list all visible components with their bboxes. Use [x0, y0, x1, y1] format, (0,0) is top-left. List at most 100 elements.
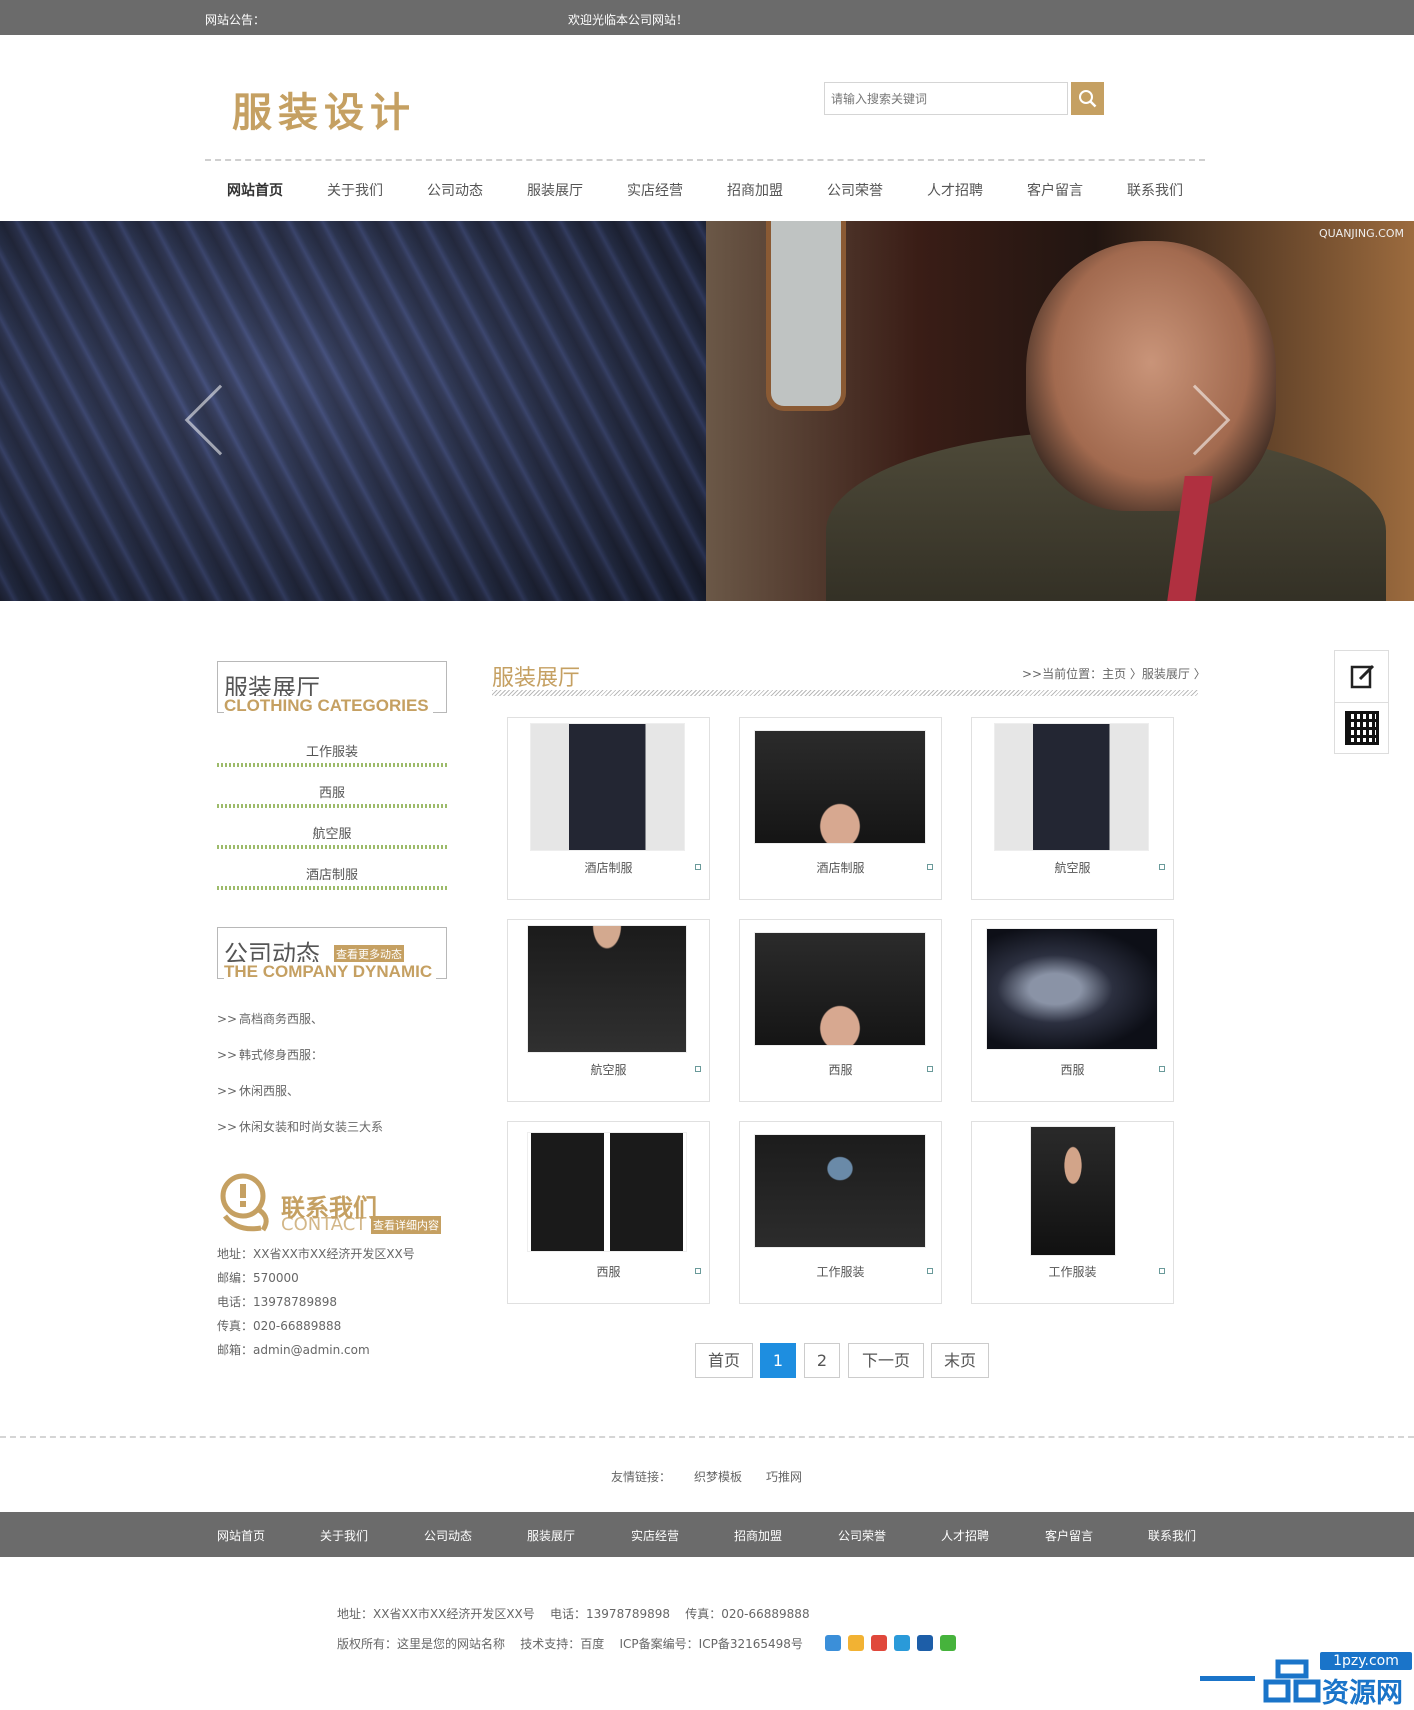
- product-image[interactable]: [530, 723, 685, 851]
- product-label[interactable]: 酒店制服: [508, 859, 709, 876]
- contact-postcode: 邮编：570000: [217, 1271, 299, 1285]
- footer-nav-news[interactable]: 公司动态: [424, 1527, 472, 1544]
- search-input[interactable]: [824, 82, 1068, 115]
- contact-address: 地址：XX省XX市XX经济开发区XX号: [217, 1247, 415, 1261]
- search-button[interactable]: [1071, 82, 1104, 115]
- product-card[interactable]: 工作服装: [971, 1121, 1174, 1304]
- product-card[interactable]: 酒店制服: [739, 717, 942, 900]
- product-label[interactable]: 西服: [740, 1061, 941, 1078]
- pager-last[interactable]: 末页: [931, 1343, 989, 1378]
- contact-more-link[interactable]: 查看详细内容: [371, 1216, 441, 1234]
- product-card[interactable]: 西服: [971, 919, 1174, 1102]
- category-work-wear[interactable]: 工作服装: [217, 741, 447, 767]
- banner-fabric-image: [0, 221, 706, 601]
- product-image[interactable]: [994, 723, 1149, 851]
- nav-about[interactable]: 关于我们: [305, 180, 405, 204]
- banner-mirror: [766, 221, 846, 411]
- contact-email: 邮箱：admin@admin.com: [217, 1343, 370, 1357]
- main-nav: 网站首页 关于我们 公司动态 服装展厅 实店经营 招商加盟 公司荣誉 人才招聘 …: [205, 180, 1205, 204]
- product-card[interactable]: 酒店制服: [507, 717, 710, 900]
- nav-showroom[interactable]: 服装展厅: [505, 180, 605, 204]
- pager-page-2[interactable]: 2: [804, 1343, 840, 1378]
- breadcrumb[interactable]: >>当前位置：主页 〉服装展厅 〉: [1022, 665, 1206, 682]
- footer-address-line: 地址：XX省XX市XX经济开发区XX号 电话：13978789898 传真：02…: [337, 1607, 810, 1621]
- square-bullet-icon: [695, 864, 701, 870]
- brand-url: 1pzy.com: [1320, 1652, 1412, 1670]
- nav-stores[interactable]: 实店经营: [605, 180, 705, 204]
- footer-nav-guestbook[interactable]: 客户留言: [1045, 1527, 1093, 1544]
- share-tencent-icon[interactable]: [894, 1635, 910, 1651]
- product-card[interactable]: 航空服: [971, 717, 1174, 900]
- qr-code-icon[interactable]: [1345, 711, 1379, 745]
- footer-nav-showroom[interactable]: 服装展厅: [527, 1527, 575, 1544]
- news-item[interactable]: >> 韩式修身西服：: [217, 1046, 323, 1063]
- pager-page-1[interactable]: 1: [760, 1343, 796, 1378]
- categories-heading: 服装展厅 CLOTHING CATEGORIES: [217, 661, 447, 716]
- news-item[interactable]: >> 休闲女装和时尚女装三大系: [217, 1118, 383, 1135]
- product-label[interactable]: 工作服装: [740, 1263, 941, 1280]
- product-image[interactable]: [527, 925, 687, 1053]
- product-image[interactable]: [754, 730, 926, 844]
- footer-nav-honors[interactable]: 公司荣誉: [838, 1527, 886, 1544]
- share-qzone-icon[interactable]: [848, 1635, 864, 1651]
- edit-feedback-icon[interactable]: [1350, 663, 1376, 689]
- chevron-icon: >>: [217, 1084, 238, 1098]
- banner-model-image: QUANJING.COM: [706, 221, 1414, 601]
- brand-glyph-icon: [1263, 1659, 1321, 1703]
- friend-link[interactable]: 巧推网: [766, 1468, 802, 1485]
- square-bullet-icon: [927, 864, 933, 870]
- footer-copyright-line: 版权所有：这里是您的网站名称 技术支持：百度 ICP备案编号：ICP备32165…: [337, 1637, 803, 1651]
- product-image[interactable]: [1030, 1126, 1116, 1256]
- product-image[interactable]: [754, 1134, 926, 1248]
- share-plus-icon[interactable]: [825, 1635, 841, 1651]
- news-item[interactable]: >> 休闲西服、: [217, 1082, 299, 1099]
- pager-first[interactable]: 首页: [695, 1343, 753, 1378]
- nav-franchise[interactable]: 招商加盟: [705, 180, 805, 204]
- product-image[interactable]: [986, 928, 1158, 1050]
- nav-news[interactable]: 公司动态: [405, 180, 505, 204]
- product-label[interactable]: 西服: [508, 1263, 709, 1280]
- footer-nav-jobs[interactable]: 人才招聘: [941, 1527, 989, 1544]
- share-weibo-icon[interactable]: [871, 1635, 887, 1651]
- chevron-icon: >>: [217, 1012, 238, 1026]
- nav-jobs[interactable]: 人才招聘: [905, 180, 1005, 204]
- brand-bar: [1200, 1676, 1255, 1681]
- footer-nav-franchise[interactable]: 招商加盟: [734, 1527, 782, 1544]
- footer-nav-contact[interactable]: 联系我们: [1148, 1527, 1196, 1544]
- product-image[interactable]: [527, 1132, 687, 1252]
- pager-next[interactable]: 下一页: [848, 1343, 924, 1378]
- product-label[interactable]: 酒店制服: [740, 859, 941, 876]
- nav-contact[interactable]: 联系我们: [1105, 180, 1205, 204]
- news-more-link[interactable]: 查看更多动态: [334, 945, 404, 963]
- product-image[interactable]: [754, 932, 926, 1046]
- friend-link[interactable]: 织梦模板: [694, 1468, 742, 1485]
- footer-nav-stores[interactable]: 实店经营: [631, 1527, 679, 1544]
- product-card[interactable]: 航空服: [507, 919, 710, 1102]
- nav-guestbook[interactable]: 客户留言: [1005, 180, 1105, 204]
- page-title: 服装展厅: [492, 666, 581, 691]
- news-subtitle: THE COMPANY DYNAMIC: [224, 962, 437, 982]
- product-label[interactable]: 航空服: [972, 859, 1173, 876]
- brand-text: 资源网: [1322, 1678, 1403, 1709]
- nav-honors[interactable]: 公司荣誉: [805, 180, 905, 204]
- product-label[interactable]: 航空服: [508, 1061, 709, 1078]
- product-label[interactable]: 西服: [972, 1061, 1173, 1078]
- category-suits[interactable]: 西服: [217, 782, 447, 808]
- footer-nav-about[interactable]: 关于我们: [320, 1527, 368, 1544]
- category-hotel[interactable]: 酒店制服: [217, 864, 447, 890]
- nav-home[interactable]: 网站首页: [205, 180, 305, 204]
- site-logo[interactable]: 服装设计: [232, 80, 416, 138]
- banner-watermark: QUANJING.COM: [1318, 227, 1404, 240]
- footer-nav-home[interactable]: 网站首页: [217, 1527, 265, 1544]
- product-label[interactable]: 工作服装: [972, 1263, 1173, 1280]
- share-wechat-icon[interactable]: [940, 1635, 956, 1651]
- product-card[interactable]: 工作服装: [739, 1121, 942, 1304]
- notice-text: 欢迎光临本公司网站！: [568, 13, 689, 27]
- share-renren-icon[interactable]: [917, 1635, 933, 1651]
- product-card[interactable]: 西服: [739, 919, 942, 1102]
- floating-widget: [1334, 650, 1389, 754]
- news-item[interactable]: >> 高档商务西服、: [217, 1010, 323, 1027]
- product-card[interactable]: 西服: [507, 1121, 710, 1304]
- contact-heading: 联系我们 CONTACT 查看详细内容: [217, 1172, 447, 1235]
- category-aviation[interactable]: 航空服: [217, 823, 447, 849]
